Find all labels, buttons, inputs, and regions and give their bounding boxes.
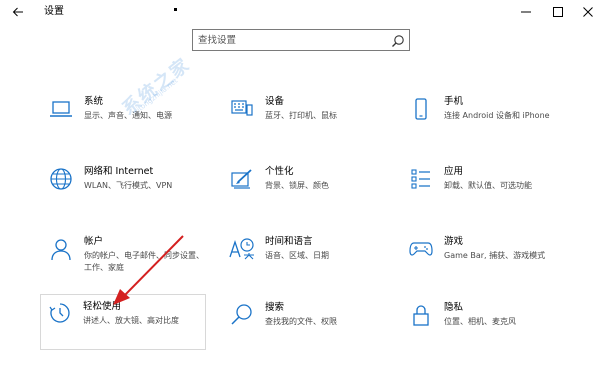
search-magnifier-icon xyxy=(229,302,255,328)
minimize-button[interactable] xyxy=(517,3,535,21)
tile-title: 网络和 Internet xyxy=(84,166,154,177)
phone-icon xyxy=(408,96,434,122)
tile-title: 帐户 xyxy=(84,236,104,247)
tile-description: 连接 Android 设备和 iPhone xyxy=(444,111,550,120)
person-icon xyxy=(48,236,74,262)
maximize-icon xyxy=(553,7,563,17)
search-box[interactable] xyxy=(192,29,410,51)
tile-description: Game Bar, 捕获、游戏模式 xyxy=(444,251,546,260)
tile-time-language[interactable]: 时间和语言 语音、区域、日期 xyxy=(223,230,393,286)
tile-title: 搜索 xyxy=(265,302,285,313)
close-button[interactable] xyxy=(579,3,597,21)
tile-ease-of-access[interactable]: 轻松使用 讲述人、放大镜、高对比度 xyxy=(40,294,206,350)
tile-description: 语音、区域、日期 xyxy=(265,251,329,260)
time-language-icon xyxy=(229,236,255,262)
tile-title: 轻松使用 xyxy=(83,301,122,312)
tile-network[interactable]: 网络和 Internet WLAN、飞行模式、VPN xyxy=(42,160,212,216)
tile-title: 手机 xyxy=(444,96,464,107)
tile-title: 应用 xyxy=(444,166,464,177)
tile-title: 个性化 xyxy=(265,166,294,177)
tile-title: 时间和语言 xyxy=(265,236,313,247)
keyboard-printer-icon xyxy=(229,96,255,122)
tile-description: 位置、相机、麦克风 xyxy=(444,317,516,326)
tile-accounts[interactable]: 帐户 你的帐户、电子邮件、同步设置、工作、家庭 xyxy=(42,230,212,286)
globe-icon xyxy=(48,166,74,192)
tile-privacy[interactable]: 隐私 位置、相机、麦克风 xyxy=(402,296,572,352)
search-icon xyxy=(392,35,404,47)
title-bar: 设置 xyxy=(0,0,602,24)
close-icon xyxy=(583,7,593,17)
tile-devices[interactable]: 设备 蓝牙、打印机、鼠标 xyxy=(223,90,393,146)
tile-title: 隐私 xyxy=(444,302,464,313)
tile-system[interactable]: 系统 显示、声音、通知、电源 xyxy=(42,90,212,146)
ease-of-access-icon xyxy=(47,300,73,326)
tile-title: 设备 xyxy=(265,96,285,107)
window-title: 设置 xyxy=(44,6,64,17)
apps-list-icon xyxy=(408,166,434,192)
gamepad-icon xyxy=(408,236,434,262)
search-input[interactable] xyxy=(198,32,378,48)
tile-description: 显示、声音、通知、电源 xyxy=(84,111,172,120)
tile-description: 讲述人、放大镜、高对比度 xyxy=(83,316,179,325)
search-button[interactable] xyxy=(391,33,405,47)
tile-personalization[interactable]: 个性化 背景、锁屏、颜色 xyxy=(223,160,393,216)
tile-description: WLAN、飞行模式、VPN xyxy=(84,181,173,190)
tile-gaming[interactable]: 游戏 Game Bar, 捕获、游戏模式 xyxy=(402,230,572,286)
tile-title: 系统 xyxy=(84,96,104,107)
tile-description: 你的帐户、电子邮件、同步设置、工作、家庭 xyxy=(84,251,204,272)
tile-title: 游戏 xyxy=(444,236,464,247)
tile-phone[interactable]: 手机 连接 Android 设备和 iPhone xyxy=(402,90,572,146)
tile-description: 查找我的文件、权限 xyxy=(265,317,337,326)
cursor-mark xyxy=(174,8,177,11)
tile-search[interactable]: 搜索 查找我的文件、权限 xyxy=(223,296,393,352)
tile-description: 背景、锁屏、颜色 xyxy=(265,181,329,190)
tile-description: 蓝牙、打印机、鼠标 xyxy=(265,111,337,120)
minimize-icon xyxy=(521,11,531,13)
maximize-button[interactable] xyxy=(549,3,567,21)
tile-description: 卸载、默认值、可选功能 xyxy=(444,181,532,190)
back-button[interactable] xyxy=(10,4,26,20)
back-arrow-icon xyxy=(12,7,23,17)
laptop-icon xyxy=(48,96,74,122)
tile-apps[interactable]: 应用 卸载、默认值、可选功能 xyxy=(402,160,572,216)
lock-icon xyxy=(408,302,434,328)
paint-brush-icon xyxy=(229,166,255,192)
